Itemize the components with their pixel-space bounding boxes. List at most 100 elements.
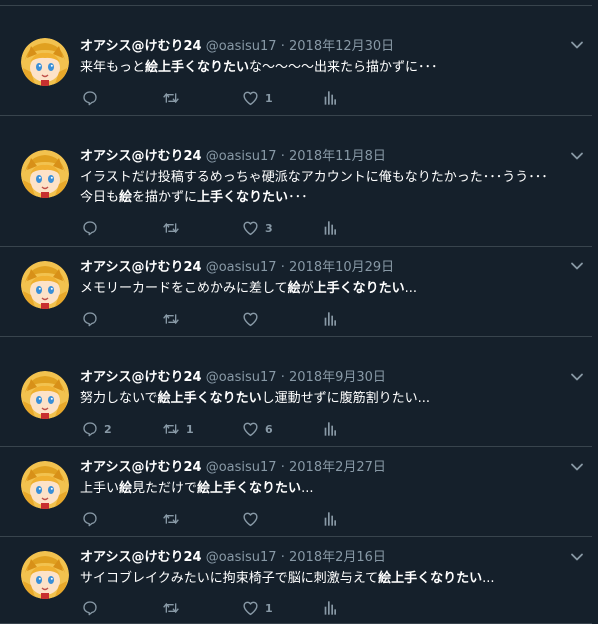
user-handle[interactable]: @oasisu17 [206,550,277,565]
reply-button[interactable] [82,598,104,618]
highlight-text: 上手くなりたい [313,281,405,296]
text-segment: 来年もっと [80,60,146,75]
avatar[interactable] [21,551,69,599]
user-handle[interactable]: @oasisu17 [206,149,277,164]
display-name[interactable]: オアシス@けむり24 [80,460,202,475]
tweet-header: オアシス@けむり24 @oasisu17 · 2018年2月16日 [80,549,386,567]
tweet[interactable]: オアシス@けむり24 @oasisu17 · 2018年9月30日 努力しないで絵… [0,337,592,447]
reply-button[interactable] [82,309,104,329]
avatar[interactable] [21,150,69,198]
retweet-button[interactable] [162,309,186,329]
retweet-button[interactable] [162,598,186,618]
highlight-text: 絵上手くなりたい [197,481,302,496]
user-handle[interactable]: @oasisu17 [206,460,277,475]
reply-button[interactable] [82,509,104,529]
analytics-icon [323,311,337,327]
analytics-icon [323,511,337,527]
retweet-icon [162,511,180,527]
separator-dot: · [280,149,285,164]
tweet-actions [80,309,380,329]
text-segment: ... [482,571,495,586]
like-count: 6 [265,422,273,436]
tweet-text: イラストだけ投稿するめっちゃ硬派なアカウントに俺もなりたかった･･･うう･･･ 今… [80,168,585,208]
reply-button[interactable] [82,88,104,108]
analytics-button[interactable] [323,309,337,329]
tweet-date[interactable]: 2018年9月30日 [289,370,386,385]
display-name[interactable]: オアシス@けむり24 [80,260,202,275]
like-button[interactable]: 6 [242,419,273,439]
like-button[interactable]: 1 [242,598,273,618]
reply-count: 2 [104,422,112,436]
tweet-header: オアシス@けむり24 @oasisu17 · 2018年10月29日 [80,259,394,277]
like-button[interactable]: 1 [242,88,273,108]
chevron-down-icon[interactable] [569,258,585,274]
retweet-button[interactable] [162,509,186,529]
heart-icon [242,421,259,437]
like-count: 1 [265,601,273,615]
retweet-button[interactable] [162,218,186,238]
retweet-icon [162,90,180,106]
retweet-button[interactable]: 1 [162,419,194,439]
analytics-button[interactable] [323,218,337,238]
reply-button[interactable]: 2 [82,419,112,439]
retweet-button[interactable] [162,88,186,108]
reply-icon [82,90,98,106]
avatar[interactable] [21,461,69,509]
tweet-text: 上手い絵見ただけで絵上手くなりたい... [80,479,585,499]
avatar[interactable] [21,371,69,419]
display-name[interactable]: オアシス@けむり24 [80,370,202,385]
chevron-down-icon[interactable] [569,459,585,475]
like-button[interactable] [242,309,265,329]
tweet-text: 来年もっと絵上手くなりたいな〜〜〜〜出来たら描かずに･･･ [80,58,585,78]
analytics-button[interactable] [323,509,337,529]
text-segment: ･･･ [288,190,308,205]
user-handle[interactable]: @oasisu17 [206,260,277,275]
chevron-down-icon[interactable] [569,37,585,53]
chevron-down-icon[interactable] [569,369,585,385]
analytics-icon [323,600,337,616]
avatar[interactable] [21,261,69,309]
analytics-button[interactable] [323,419,337,439]
tweet[interactable]: オアシス@けむり24 @oasisu17 · 2018年11月8日イラストだけ投… [0,116,592,247]
user-handle[interactable]: @oasisu17 [206,39,277,54]
retweet-icon [162,311,180,327]
analytics-icon [323,90,337,106]
reply-icon [82,421,98,437]
analytics-button[interactable] [323,88,337,108]
tweet-date[interactable]: 2018年12月30日 [289,39,394,54]
reply-icon [82,220,98,236]
tweet-date[interactable]: 2018年11月8日 [289,149,386,164]
chevron-down-icon[interactable] [569,148,585,164]
display-name[interactable]: オアシス@けむり24 [80,550,202,565]
user-handle[interactable]: @oasisu17 [206,370,277,385]
tweet[interactable]: オアシス@けむり24 @oasisu17 · 2018年12月30日来年もっと絵… [0,6,592,116]
display-name[interactable]: オアシス@けむり24 [80,39,202,54]
tweet[interactable]: オアシス@けむり24 @oasisu17 · 2018年2月27日上手い絵見ただ… [0,447,592,537]
reply-button[interactable] [82,218,104,238]
display-name[interactable]: オアシス@けむり24 [80,149,202,164]
tweet-date[interactable]: 2018年10月29日 [289,260,394,275]
chevron-down-icon[interactable] [569,549,585,565]
like-button[interactable] [242,509,265,529]
tweet-date[interactable]: 2018年2月16日 [289,550,386,565]
tweet-feed: オアシス@けむり24 @oasisu17 · 2018年12月30日 来年もっと絵… [0,0,598,624]
tweet-date[interactable]: 2018年2月27日 [289,460,386,475]
like-button[interactable]: 3 [242,218,273,238]
tweet-actions [80,509,380,529]
heart-icon [242,511,259,527]
tweet-actions: 1 [80,598,380,618]
tweet[interactable]: オアシス@けむり24 @oasisu17 · 2018年2月16日 サイコブレイク… [0,537,592,624]
analytics-button[interactable] [323,598,337,618]
analytics-icon [323,421,337,437]
tweet-header: オアシス@けむり24 @oasisu17 · 2018年12月30日 [80,38,394,56]
tweet-header: オアシス@けむり24 @oasisu17 · 2018年2月27日 [80,459,386,477]
text-segment: メモリーカードをこめかみに差して [80,281,288,296]
text-segment: し運動せずに腹筋割りたい... [261,391,431,406]
avatar[interactable] [21,38,69,86]
retweet-icon [162,220,180,236]
tweet-text: 努力しないで絵上手くなりたいし運動せずに腹筋割りたい... [80,389,585,409]
tweet[interactable]: オアシス@けむり24 @oasisu17 · 2018年10月29日 メモリーカー… [0,247,592,337]
separator-dot: · [280,39,285,54]
text-segment: が [300,281,314,296]
reply-icon [82,600,98,616]
